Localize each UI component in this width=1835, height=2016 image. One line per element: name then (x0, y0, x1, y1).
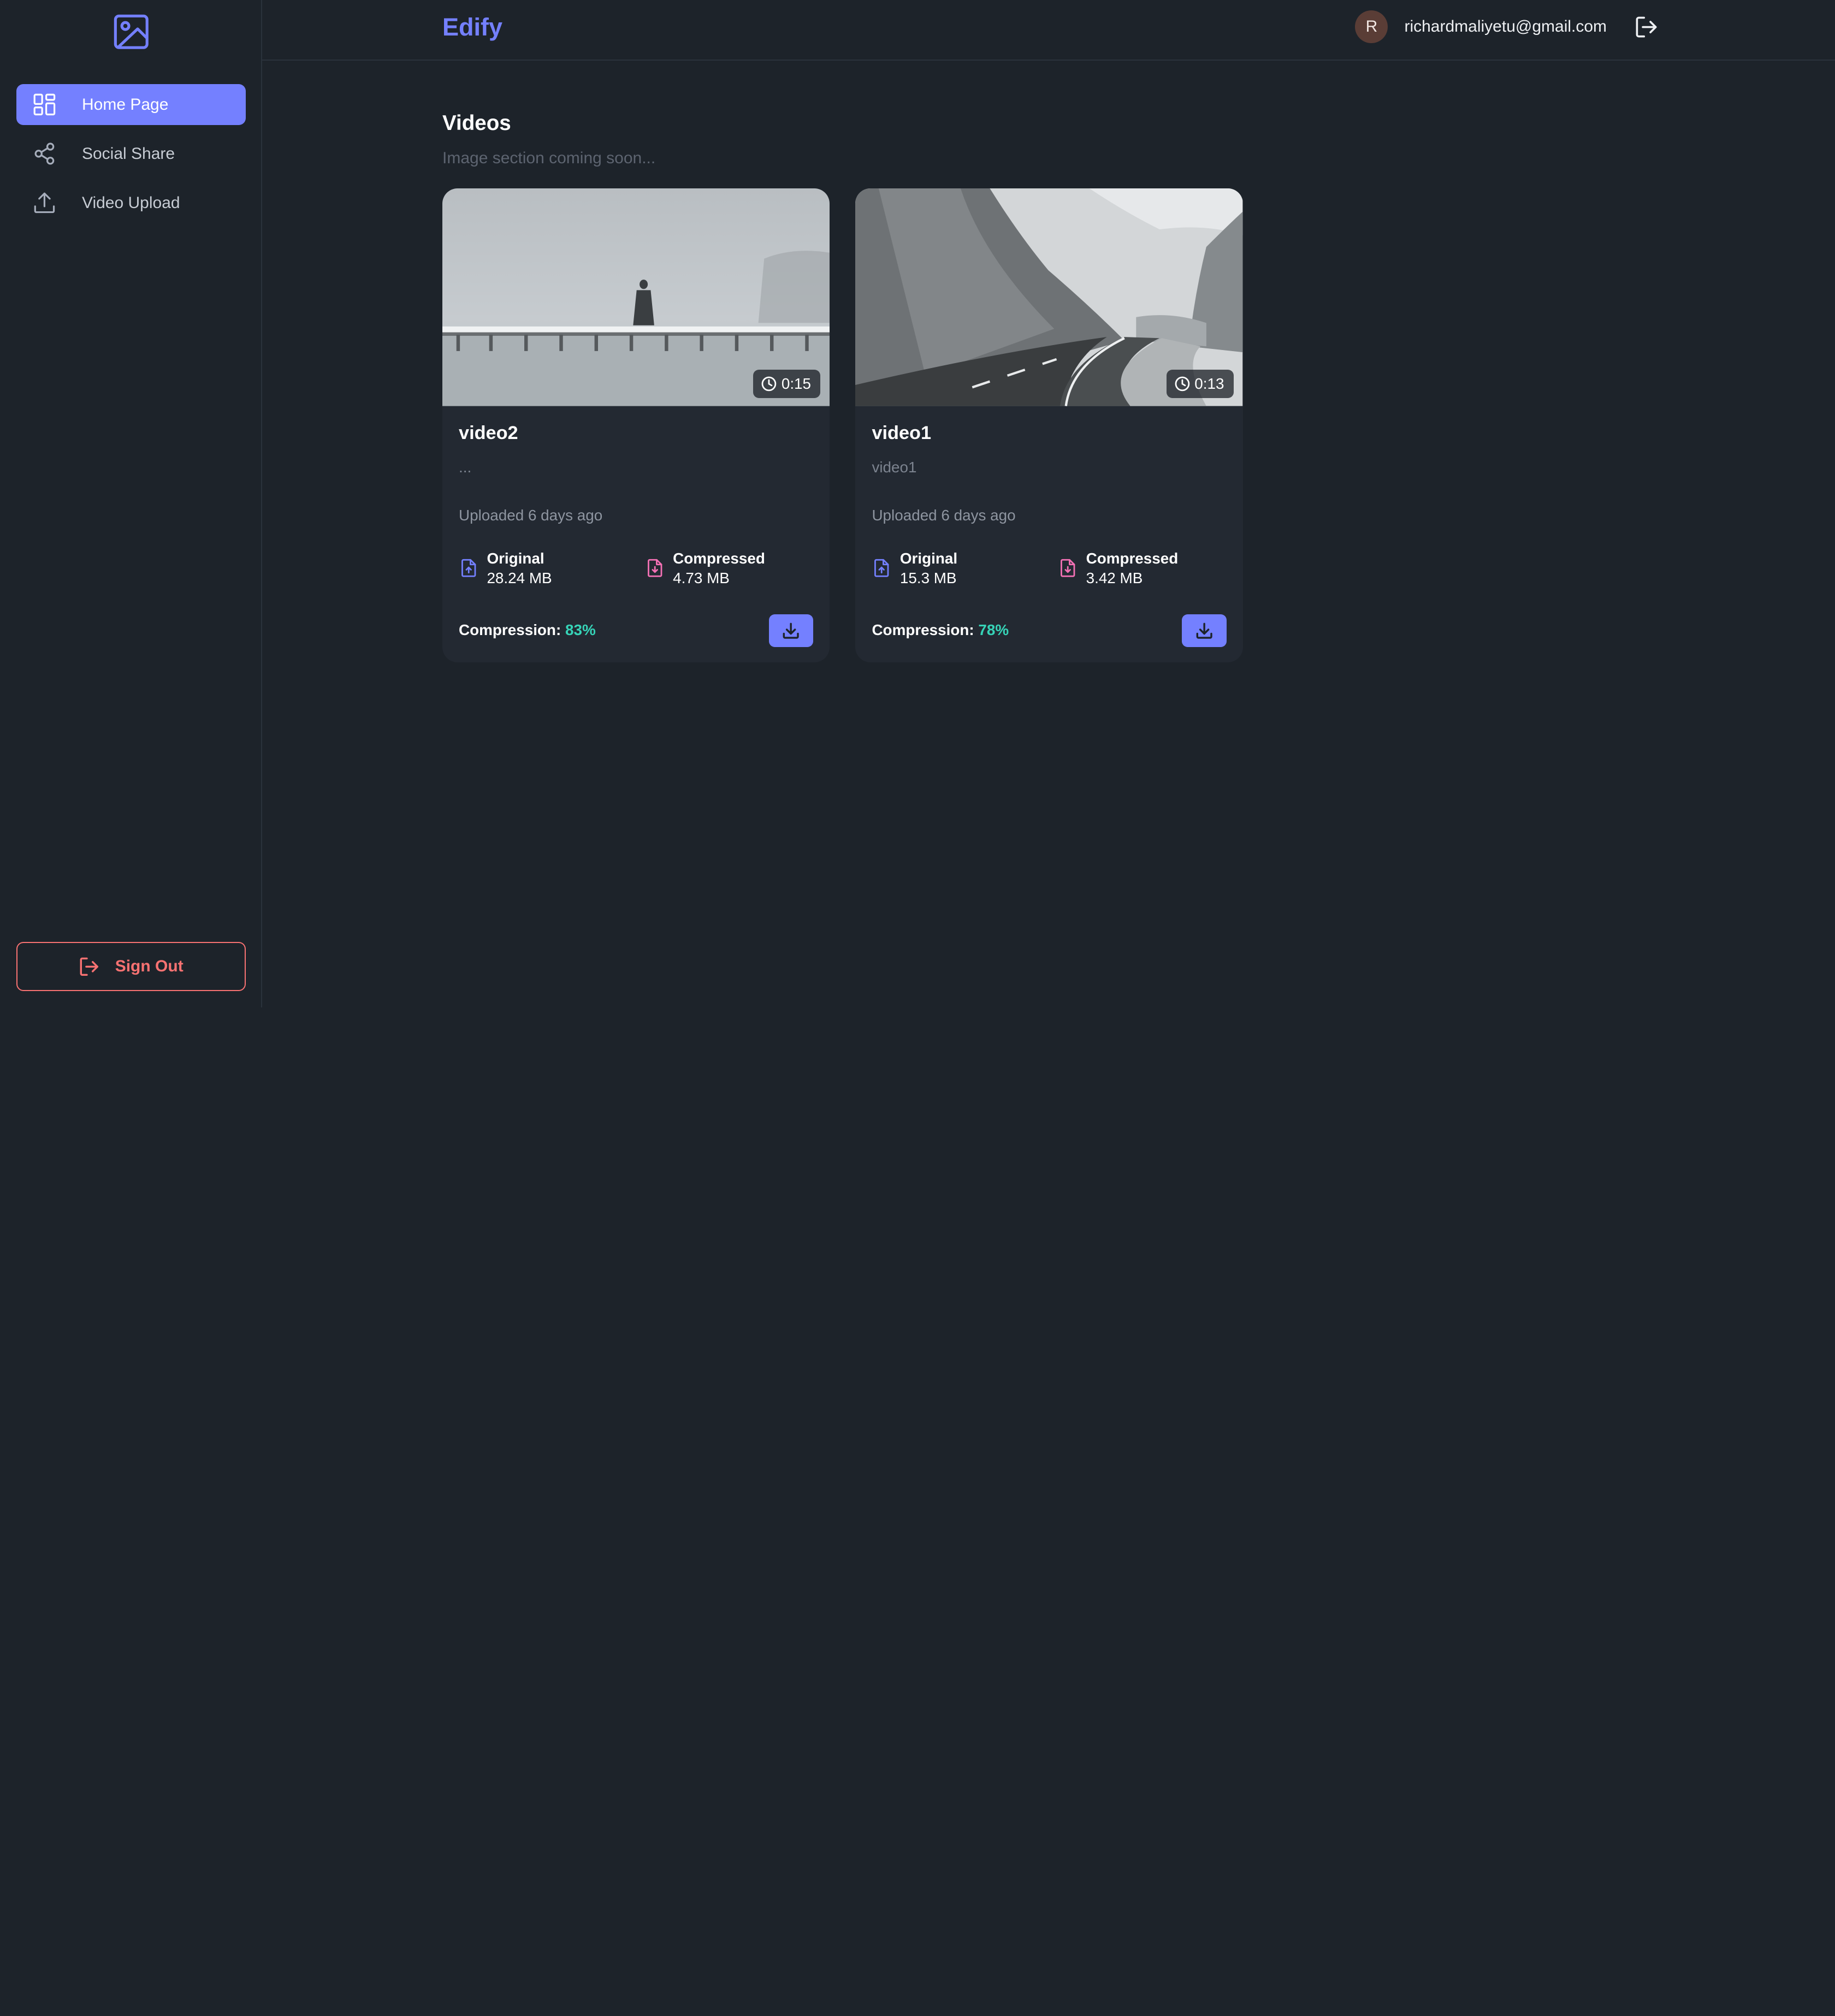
video-title: video1 (872, 422, 932, 443)
original-value: 15.3 MB (899, 570, 957, 587)
page-subtitle: Image section coming soon... (442, 149, 656, 168)
compression-stat: Compression: 78% (872, 621, 1009, 639)
video-grid: 0:15 video2 ... Uploaded 6 days ago Orig… (442, 188, 1269, 662)
duration-badge: 0:15 (753, 370, 821, 398)
logout-icon[interactable] (1633, 14, 1659, 40)
card-body: video2 ... Uploaded 6 days ago Original … (459, 422, 814, 647)
grid-icon (33, 93, 56, 116)
sidebar-item-label: Social Share (81, 144, 175, 163)
clock-icon (1175, 376, 1190, 392)
share-icon (33, 142, 56, 165)
upload-date: Uploaded 6 days ago (459, 506, 603, 524)
image-icon[interactable] (113, 13, 150, 51)
user-email: richardmaliyetu@gmail.com (1404, 17, 1607, 36)
avatar[interactable]: R (1355, 10, 1388, 44)
top-bar: Edify R richardmaliyetu@gmail.com (262, 0, 1835, 61)
compressed-size: Compressed 4.73 MB (645, 549, 765, 589)
download-button[interactable] (1182, 614, 1227, 647)
original-value: 28.24 MB (487, 570, 552, 587)
sidebar-item-social-share[interactable]: Social Share (16, 133, 246, 174)
file-down-icon (1058, 558, 1078, 578)
file-up-icon (459, 558, 478, 578)
compression-percent: 78% (978, 621, 1009, 638)
app: Home Page Social Share Video Upload Sign… (0, 0, 1835, 1008)
video-thumbnail[interactable]: 0:15 (442, 188, 830, 406)
original-size: Original 15.3 MB (872, 549, 957, 589)
video-description: ... (459, 459, 472, 476)
compression-percent: 83% (565, 621, 596, 638)
sidebar-nav: Home Page Social Share Video Upload (16, 84, 246, 232)
sidebar-item-label: Video Upload (81, 193, 180, 212)
app-title[interactable]: Edify (442, 13, 502, 41)
compression-label: Compression: (872, 621, 974, 638)
video-card[interactable]: 0:15 video2 ... Uploaded 6 days ago Orig… (442, 188, 830, 662)
duration-text: 0:15 (781, 375, 812, 392)
card-body: video1 video1 Uploaded 6 days ago Origin… (872, 422, 1227, 647)
download-icon (1195, 621, 1214, 640)
sign-out-button[interactable]: Sign Out (16, 942, 246, 992)
compressed-value: 4.73 MB (673, 570, 730, 587)
page-title: Videos (442, 111, 511, 135)
download-button[interactable] (768, 614, 814, 647)
sidebar-item-label: Home Page (81, 95, 169, 114)
duration-text: 0:13 (1194, 375, 1224, 392)
logout-icon (79, 956, 100, 977)
download-icon (782, 621, 800, 640)
compressed-label: Compressed (1086, 549, 1179, 567)
clock-icon (761, 376, 777, 392)
file-up-icon (872, 558, 891, 578)
duration-badge: 0:13 (1166, 370, 1234, 398)
video-card[interactable]: 0:13 video1 video1 Uploaded 6 days ago O… (855, 188, 1243, 662)
sidebar: Home Page Social Share Video Upload Sign… (0, 0, 262, 1008)
video-thumbnail[interactable]: 0:13 (855, 188, 1243, 406)
main-content: Videos Image section coming soon... 0:15… (442, 111, 1243, 662)
compressed-value: 3.42 MB (1086, 570, 1143, 587)
original-label: Original (487, 549, 544, 567)
original-label: Original (899, 549, 958, 567)
file-down-icon (645, 558, 665, 578)
compressed-label: Compressed (673, 549, 765, 567)
sidebar-item-home-page[interactable]: Home Page (16, 84, 246, 126)
compressed-size: Compressed 3.42 MB (1058, 549, 1178, 589)
video-description: video1 (872, 459, 917, 476)
compression-stat: Compression: 83% (459, 621, 596, 639)
sidebar-item-video-upload[interactable]: Video Upload (16, 182, 246, 223)
compression-label: Compression: (459, 621, 561, 638)
upload-icon (33, 191, 56, 215)
upload-date: Uploaded 6 days ago (872, 506, 1016, 524)
sign-out-label: Sign Out (115, 957, 183, 976)
video-title: video2 (459, 422, 518, 443)
original-size: Original 28.24 MB (459, 549, 552, 589)
